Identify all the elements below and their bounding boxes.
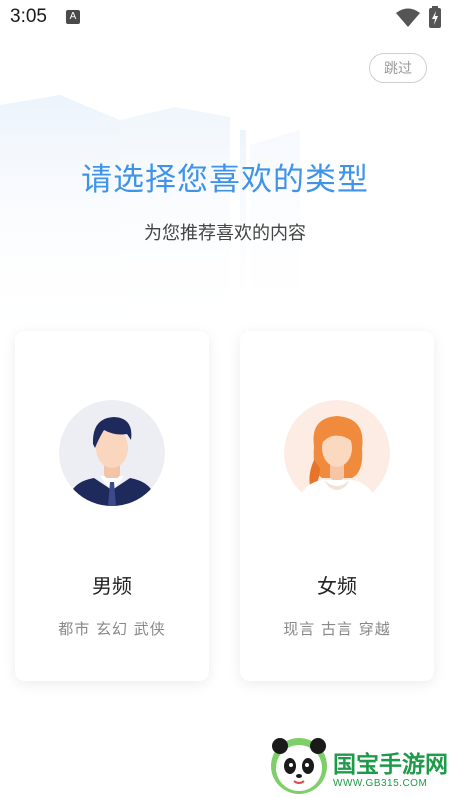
male-option-tags: 都市 玄幻 武侠: [58, 620, 166, 638]
female-option-label: 女频: [317, 574, 357, 598]
page-title: 请选择您喜欢的类型: [81, 162, 369, 198]
female-option-card[interactable]: 女频 现言 古言 穿越: [240, 331, 434, 681]
watermark-text: 国宝手游网: [333, 752, 448, 778]
male-option-label: 男频: [92, 574, 132, 598]
battery-charging-icon: [429, 6, 441, 28]
notification-app-icon: A: [66, 10, 80, 24]
male-option-card[interactable]: 男频 都市 玄幻 武侠: [15, 331, 209, 681]
status-time: 3:05: [10, 6, 47, 27]
female-option-tags: 现言 古言 穿越: [283, 620, 391, 638]
wifi-icon: [396, 8, 420, 27]
watermark-url: WWW.GB315.COM: [333, 778, 428, 789]
status-bar: 3:05 A: [0, 0, 450, 34]
male-avatar-icon: [59, 400, 165, 506]
page-subtitle: 为您推荐喜欢的内容: [144, 223, 306, 244]
female-avatar-icon: [284, 400, 390, 506]
skip-button[interactable]: 跳过: [369, 53, 427, 83]
